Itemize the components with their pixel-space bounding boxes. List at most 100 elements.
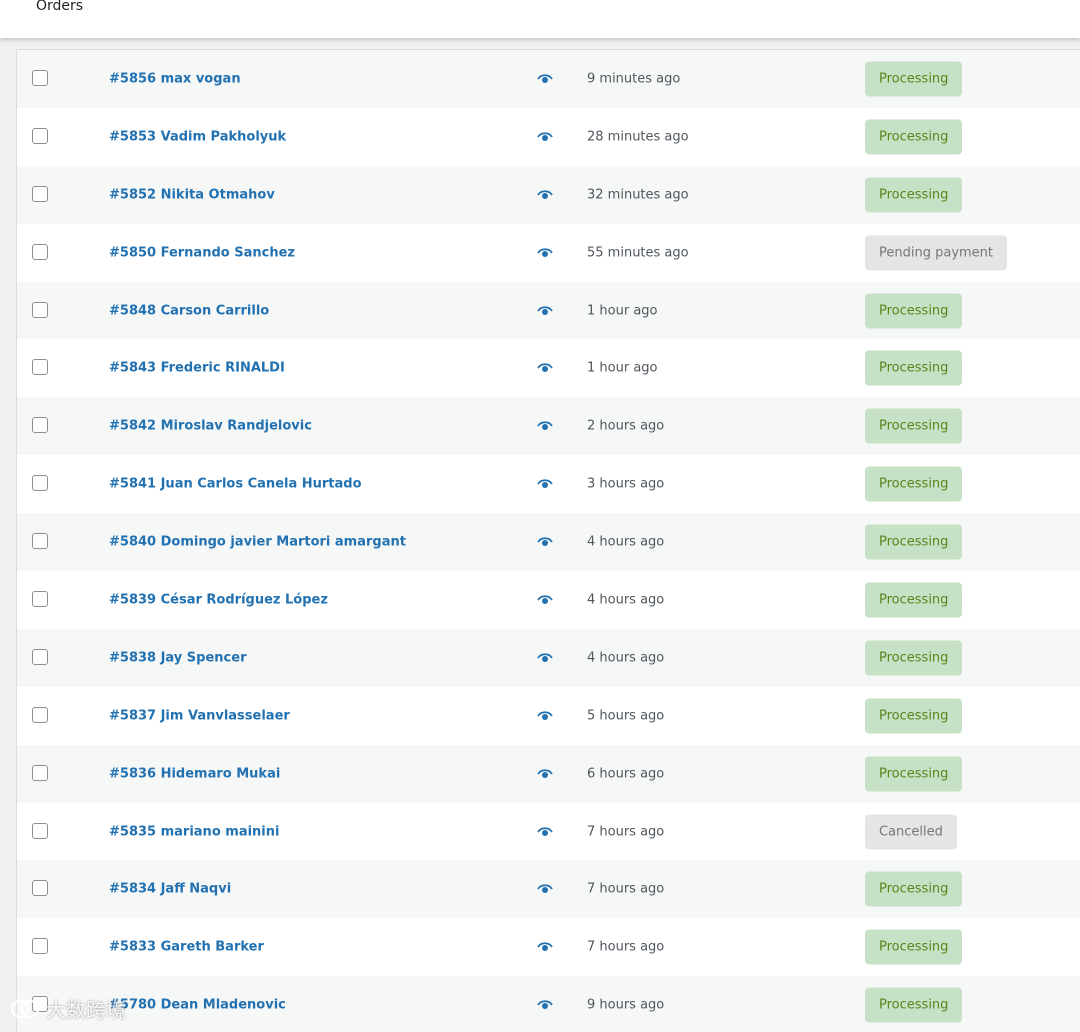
status-badge: Processing [865, 119, 963, 155]
row-select-checkbox[interactable] [32, 880, 48, 897]
order-link[interactable]: #5843 Frederic RINALDI [109, 361, 285, 376]
page-title: Orders [36, 0, 84, 14]
eye-icon[interactable] [537, 478, 553, 490]
row-select-checkbox[interactable] [32, 69, 48, 86]
order-link[interactable]: #5838 Jay Spencer [109, 650, 246, 665]
eye-icon[interactable] [537, 73, 553, 85]
order-date: 3 hours ago [587, 476, 665, 492]
row-select-checkbox[interactable] [32, 127, 48, 144]
order-link[interactable]: #5840 Domingo javier Martori amargant [109, 535, 406, 550]
table-row: #5843 Frederic RINALDI 1 hour ago Processi… [17, 339, 1080, 398]
status-badge: Processing [865, 466, 963, 502]
order-link[interactable]: #5856 max vogan [109, 71, 241, 86]
order-link[interactable]: #5833 Gareth Barker [109, 940, 264, 955]
eye-icon[interactable] [537, 189, 553, 201]
status-badge: Processing [865, 987, 963, 1023]
eye-icon[interactable] [537, 883, 553, 895]
order-date: 28 minutes ago [587, 129, 689, 145]
order-date: 9 minutes ago [587, 71, 681, 87]
status-badge: Processing [865, 293, 963, 328]
row-select-checkbox[interactable] [32, 764, 48, 781]
order-link[interactable]: #5839 César Rodríguez López [109, 592, 328, 607]
order-link[interactable]: #5780 Dean Mladenovic [109, 998, 286, 1013]
table-row: #5840 Domingo javier Martori amargant 4 h… [17, 513, 1080, 572]
order-date: 7 hours ago [587, 824, 665, 840]
table-row: #5853 Vadim Pakholyuk 28 minutes ago Proce… [17, 107, 1080, 166]
order-date: 32 minutes ago [587, 187, 689, 203]
status-badge: Processing [865, 640, 963, 676]
watermark-text: 大数跨境 [46, 998, 126, 1022]
order-date: 6 hours ago [587, 766, 665, 782]
order-link[interactable]: #5850 Fernando Sanchez [109, 245, 295, 260]
row-select-checkbox[interactable] [32, 185, 48, 202]
eye-icon[interactable] [537, 594, 553, 606]
order-link[interactable]: #5853 Vadim Pakholyuk [109, 129, 286, 144]
table-row: #5848 Carson Carrillo 1 hour ago Processin… [17, 281, 1080, 340]
eye-icon[interactable] [537, 999, 553, 1011]
order-link[interactable]: #5837 Jim Vanvlasselaer [109, 708, 290, 723]
eye-icon[interactable] [537, 536, 553, 548]
row-select-checkbox[interactable] [32, 706, 48, 723]
row-select-checkbox[interactable] [32, 648, 48, 665]
eye-icon[interactable] [537, 710, 553, 722]
row-select-checkbox[interactable] [32, 822, 48, 839]
status-badge: Processing [865, 408, 963, 444]
order-link[interactable]: #5842 Miroslav Randjelovic [109, 419, 312, 434]
status-badge: Processing [865, 350, 963, 386]
order-date: 2 hours ago [587, 418, 665, 434]
status-badge: Cancelled [865, 814, 957, 850]
eye-icon[interactable] [537, 305, 553, 317]
orders-table: #5856 max vogan 9 minutes ago Processing #5… [16, 49, 1080, 1032]
table-row: #5780 Dean Mladenovic 9 hours ago Processi… [17, 976, 1080, 1032]
order-link[interactable]: #5848 Carson Carrillo [109, 303, 269, 318]
watermark-logo-icon [10, 999, 40, 1018]
row-select-checkbox[interactable] [32, 590, 48, 607]
order-link[interactable]: #5835 mariano mainini [109, 824, 279, 839]
table-row: #5852 Nikita Otmahov 32 minutes ago Proces… [17, 165, 1080, 224]
order-link[interactable]: #5834 Jaff Naqvi [109, 882, 231, 897]
eye-icon[interactable] [537, 362, 553, 374]
table-row: #5856 max vogan 9 minutes ago Processing [17, 50, 1080, 108]
row-select-checkbox[interactable] [32, 417, 48, 434]
order-link[interactable]: #5852 Nikita Otmahov [109, 187, 275, 202]
status-badge: Processing [865, 524, 963, 560]
table-row: #5836 Hidemaro Mukai 6 hours ago Processin… [17, 744, 1080, 803]
eye-icon[interactable] [537, 768, 553, 780]
order-date: 1 hour ago [587, 360, 658, 376]
eye-icon[interactable] [537, 247, 553, 259]
row-select-checkbox[interactable] [32, 533, 48, 550]
table-row: #5838 Jay Spencer 4 hours ago Processing [17, 628, 1080, 687]
orders-table-body: #5856 max vogan 9 minutes ago Processing #5… [17, 50, 1080, 1032]
status-badge: Processing [865, 929, 963, 965]
eye-icon[interactable] [537, 941, 553, 953]
status-badge: Processing [865, 698, 963, 734]
status-badge: Processing [865, 582, 963, 618]
eye-icon[interactable] [537, 131, 553, 143]
eye-icon[interactable] [537, 826, 553, 838]
watermark: 大数跨境 [10, 994, 126, 1023]
order-date: 4 hours ago [587, 592, 665, 608]
order-date: 7 hours ago [587, 881, 665, 897]
order-date: 5 hours ago [587, 708, 665, 724]
row-select-checkbox[interactable] [32, 359, 48, 376]
eye-icon[interactable] [537, 420, 553, 432]
order-date: 55 minutes ago [587, 245, 689, 261]
status-badge: Processing [865, 756, 963, 792]
status-badge: Processing [865, 61, 963, 97]
row-select-checkbox[interactable] [32, 475, 48, 492]
status-badge: Processing [865, 177, 963, 213]
row-select-checkbox[interactable] [32, 938, 48, 955]
eye-icon[interactable] [537, 652, 553, 664]
row-select-checkbox[interactable] [32, 301, 48, 318]
order-date: 9 hours ago [587, 997, 665, 1013]
order-link[interactable]: #5836 Hidemaro Mukai [109, 766, 280, 781]
order-link[interactable]: #5841 Juan Carlos Canela Hurtado [109, 477, 362, 492]
row-select-checkbox[interactable] [32, 243, 48, 260]
status-badge: Processing [865, 871, 963, 907]
order-date: 7 hours ago [587, 939, 665, 955]
table-row: #5841 Juan Carlos Canela Hurtado 3 hours … [17, 455, 1080, 514]
order-date: 1 hour ago [587, 303, 658, 318]
top-bar: Orders [0, 0, 1080, 38]
order-date: 4 hours ago [587, 650, 665, 666]
table-row: #5833 Gareth Barker 7 hours ago Processing [17, 918, 1080, 977]
